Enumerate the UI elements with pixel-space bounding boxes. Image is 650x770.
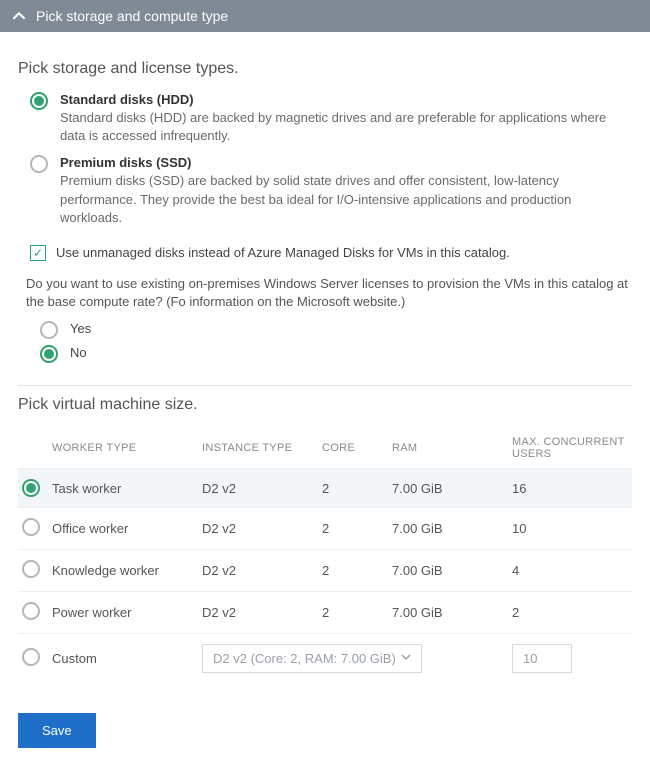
panel-header[interactable]: Pick storage and compute type xyxy=(0,0,650,32)
col-ram: RAM xyxy=(392,442,512,454)
cell-max: 4 xyxy=(512,563,650,578)
radio-hdd[interactable] xyxy=(30,92,48,110)
dropdown-selected: D2 v2 (Core: 2, RAM: 7.00 GiB) xyxy=(213,651,396,666)
radio-vm-power[interactable] xyxy=(22,602,40,620)
table-row-custom[interactable]: Custom D2 v2 (Core: 2, RAM: 7.00 GiB) 10 xyxy=(18,633,632,683)
col-worker: WORKER TYPE xyxy=(52,442,202,454)
storage-section-title: Pick storage and license types. xyxy=(18,60,632,78)
radio-vm-office[interactable] xyxy=(22,518,40,536)
table-row[interactable]: Power worker D2 v2 2 7.00 GiB 2 xyxy=(18,591,632,633)
radio-ssd[interactable] xyxy=(30,155,48,173)
section-divider xyxy=(18,385,632,386)
cell-core: 2 xyxy=(322,563,392,578)
vm-size-table: WORKER TYPE INSTANCE TYPE CORE RAM MAX. … xyxy=(18,428,632,683)
license-yes-label: Yes xyxy=(70,321,91,336)
license-question: Do you want to use existing on-premises … xyxy=(26,275,632,311)
chevron-up-icon xyxy=(12,9,26,23)
panel-content: Pick storage and license types. Standard… xyxy=(0,32,650,770)
disk-option-hdd[interactable]: Standard disks (HDD) Standard disks (HDD… xyxy=(30,92,632,145)
cell-worker: Office worker xyxy=(52,521,202,536)
radio-vm-knowledge[interactable] xyxy=(22,560,40,578)
license-yes-row[interactable]: Yes xyxy=(40,321,632,339)
cell-worker: Task worker xyxy=(52,481,202,496)
save-button[interactable]: Save xyxy=(18,713,96,748)
cell-ram: 7.00 GiB xyxy=(392,605,512,620)
cell-max: 10 xyxy=(512,521,650,536)
table-row[interactable]: Knowledge worker D2 v2 2 7.00 GiB 4 xyxy=(18,549,632,591)
cell-instance: D2 v2 xyxy=(202,521,322,536)
cell-core: 2 xyxy=(322,521,392,536)
panel-title: Pick storage and compute type xyxy=(36,8,228,24)
table-header: WORKER TYPE INSTANCE TYPE CORE RAM MAX. … xyxy=(18,428,632,468)
col-instance: INSTANCE TYPE xyxy=(202,442,322,454)
col-core: CORE xyxy=(322,442,392,454)
cell-worker: Knowledge worker xyxy=(52,563,202,578)
unmanaged-disks-row[interactable]: ✓ Use unmanaged disks instead of Azure M… xyxy=(30,245,632,261)
cell-instance: D2 v2 xyxy=(202,481,322,496)
cell-ram: 7.00 GiB xyxy=(392,563,512,578)
vm-size-title: Pick virtual machine size. xyxy=(18,396,632,414)
radio-vm-task[interactable] xyxy=(22,479,40,497)
cell-instance: D2 v2 xyxy=(202,605,322,620)
cell-worker: Power worker xyxy=(52,605,202,620)
cell-max: 16 xyxy=(512,481,650,496)
col-max: MAX. CONCURRENT USERS xyxy=(512,436,650,460)
check-icon: ✓ xyxy=(33,247,43,259)
license-no-label: No xyxy=(70,345,87,360)
disk-option-ssd[interactable]: Premium disks (SSD) Premium disks (SSD) … xyxy=(30,155,632,227)
unmanaged-disks-checkbox[interactable]: ✓ xyxy=(30,245,46,261)
cell-max: 2 xyxy=(512,605,650,620)
hdd-desc: Standard disks (HDD) are backed by magne… xyxy=(60,109,632,145)
cell-core: 2 xyxy=(322,481,392,496)
license-options: Yes No xyxy=(18,321,632,363)
radio-license-no[interactable] xyxy=(40,345,58,363)
ssd-title: Premium disks (SSD) xyxy=(60,155,632,170)
table-row[interactable]: Office worker D2 v2 2 7.00 GiB 10 xyxy=(18,507,632,549)
radio-vm-custom[interactable] xyxy=(22,648,40,666)
cell-ram: 7.00 GiB xyxy=(392,481,512,496)
cell-core: 2 xyxy=(322,605,392,620)
cell-ram: 7.00 GiB xyxy=(392,521,512,536)
cell-instance: D2 v2 xyxy=(202,563,322,578)
license-no-row[interactable]: No xyxy=(40,345,632,363)
hdd-title: Standard disks (HDD) xyxy=(60,92,632,107)
chevron-down-icon xyxy=(401,652,411,665)
unmanaged-disks-label: Use unmanaged disks instead of Azure Man… xyxy=(56,245,510,260)
radio-license-yes[interactable] xyxy=(40,321,58,339)
cell-custom-label: Custom xyxy=(52,651,202,666)
ssd-desc: Premium disks (SSD) are backed by solid … xyxy=(60,172,632,227)
table-row[interactable]: Task worker D2 v2 2 7.00 GiB 16 xyxy=(18,468,632,507)
